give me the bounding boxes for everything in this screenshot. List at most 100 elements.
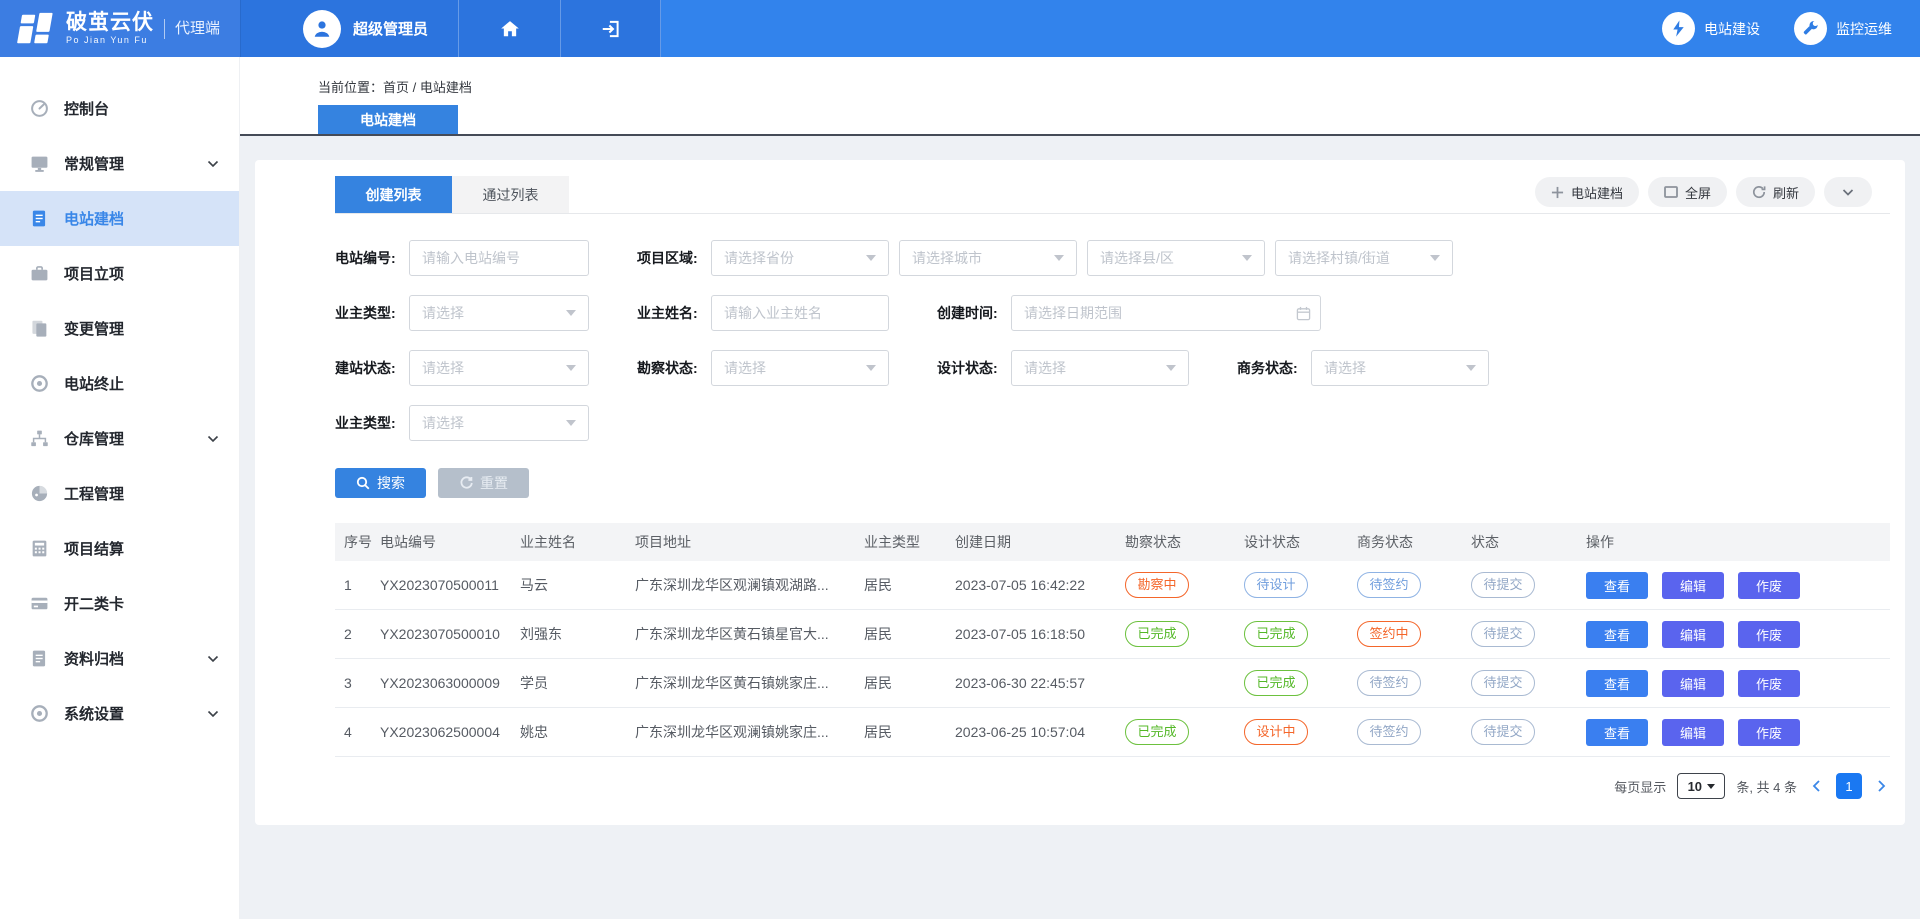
page-tab-station-archive[interactable]: 电站建档: [318, 105, 458, 134]
owner-type2-select[interactable]: 请选择: [409, 405, 589, 441]
col-owner: 业主姓名: [520, 532, 635, 552]
sidebar-item-label: 项目立项: [64, 263, 219, 284]
plus-icon: [1551, 186, 1564, 199]
total-count-label: 条, 共 4 条: [1736, 777, 1797, 796]
void-button[interactable]: 作废: [1738, 621, 1800, 648]
table-row: 2 YX2023070500010 刘强东 广东深圳龙华区黄石镇星官大... 居…: [335, 610, 1890, 659]
table-row: 1 YX2023070500011 马云 广东深圳龙华区观澜镇观湖路... 居民…: [335, 561, 1890, 610]
build-status-select[interactable]: 请选择: [409, 350, 589, 386]
sidebar-item-engineering-mgmt[interactable]: 工程管理: [0, 466, 239, 521]
void-button[interactable]: 作废: [1738, 670, 1800, 697]
void-button[interactable]: 作废: [1738, 719, 1800, 746]
view-button[interactable]: 查看: [1586, 621, 1648, 648]
filter-form: 电站编号: 项目区域: 请选择省份 请选择城市 请选择县/区 请选择村镇/街道: [335, 240, 1890, 441]
status-badge: 待提交: [1471, 719, 1535, 745]
design-status-label: 设计状态:: [937, 358, 1003, 378]
quick-link-monitor-ops[interactable]: 监控运维: [1794, 12, 1892, 45]
business-status-badge: 待签约: [1357, 572, 1421, 598]
town-select[interactable]: 请选择村镇/街道: [1275, 240, 1453, 276]
caret-down-icon: [1242, 255, 1252, 261]
caret-down-icon: [1430, 255, 1440, 261]
view-button[interactable]: 查看: [1586, 572, 1648, 599]
tab-passed-list[interactable]: 通过列表: [452, 176, 569, 213]
business-status-select[interactable]: 请选择: [1311, 350, 1489, 386]
search-button[interactable]: 搜索: [335, 468, 426, 498]
view-button[interactable]: 查看: [1586, 670, 1648, 697]
sidebar-item-station-termination[interactable]: 电站终止: [0, 356, 239, 411]
app-header: 破茧云伏 Po Jian Yun Fu 代理端 超级管理员: [0, 0, 1920, 57]
edit-button[interactable]: 编辑: [1662, 572, 1724, 599]
county-select[interactable]: 请选择县/区: [1087, 240, 1265, 276]
edit-button[interactable]: 编辑: [1662, 719, 1724, 746]
cell-address: 广东深圳龙华区黄石镇姚家庄...: [635, 673, 864, 693]
sidebar-item-system-settings[interactable]: 系统设置: [0, 686, 239, 741]
sidebar-item-console[interactable]: 控制台: [0, 81, 239, 136]
page-1-button[interactable]: 1: [1836, 773, 1862, 799]
create-time-label: 创建时间:: [937, 303, 1003, 323]
view-button[interactable]: 查看: [1586, 719, 1648, 746]
caret-down-icon: [866, 365, 876, 371]
next-page-button[interactable]: [1873, 779, 1890, 793]
city-select[interactable]: 请选择城市: [899, 240, 1077, 276]
sidebar-item-type2-card[interactable]: 开二类卡: [0, 576, 239, 631]
void-button[interactable]: 作废: [1738, 572, 1800, 599]
reset-icon: [459, 476, 473, 490]
sidebar-item-label: 项目结算: [64, 538, 219, 559]
dashboard-icon: [30, 99, 49, 118]
brand-logo-icon: [16, 11, 56, 47]
cell-owner: 刘强东: [520, 624, 635, 644]
breadcrumb-bar: 当前位置：首页 / 电站建档 电站建档: [240, 57, 1920, 136]
owner-name-input[interactable]: [711, 295, 889, 331]
sidebar-item-station-archive[interactable]: 电站建档: [0, 191, 239, 246]
refresh-icon: [1752, 185, 1766, 199]
sidebar-item-project-settlement[interactable]: 项目结算: [0, 521, 239, 576]
design-status-select[interactable]: 请选择: [1011, 350, 1189, 386]
date-range-input[interactable]: [1011, 295, 1321, 331]
create-station-button[interactable]: 电站建档: [1535, 177, 1639, 207]
prev-page-button[interactable]: [1808, 779, 1825, 793]
logout-button[interactable]: [561, 0, 661, 57]
sidebar-item-data-archive[interactable]: 资料归档: [0, 631, 239, 686]
quick-link-label: 电站建设: [1704, 19, 1760, 39]
province-select[interactable]: 请选择省份: [711, 240, 889, 276]
edit-button[interactable]: 编辑: [1662, 621, 1724, 648]
collapse-toolbar-button[interactable]: [1824, 177, 1872, 207]
reset-button[interactable]: 重置: [438, 468, 529, 498]
edit-button[interactable]: 编辑: [1662, 670, 1724, 697]
owner-name-label: 业主姓名:: [637, 303, 703, 323]
caret-down-icon: [1054, 255, 1064, 261]
refresh-button[interactable]: 刷新: [1736, 177, 1815, 207]
fullscreen-button[interactable]: 全屏: [1648, 177, 1727, 207]
station-no-input[interactable]: [409, 240, 589, 276]
col-index: 序号: [335, 532, 380, 552]
chevron-down-icon: [207, 435, 219, 443]
survey-status-select[interactable]: 请选择: [711, 350, 889, 386]
list-tabs: 创建列表 通过列表: [335, 176, 569, 213]
sidebar-item-general-mgmt[interactable]: 常规管理: [0, 136, 239, 191]
user-segment[interactable]: 超级管理员: [240, 0, 459, 57]
sidebar-item-label: 电站建档: [64, 208, 219, 229]
table-row: 3 YX2023063000009 学员 广东深圳龙华区黄石镇姚家庄... 居民…: [335, 659, 1890, 708]
cell-index: 2: [335, 626, 380, 642]
sidebar-item-label: 开二类卡: [64, 593, 219, 614]
fullscreen-icon: [1664, 186, 1678, 198]
owner-type-select[interactable]: 请选择: [409, 295, 589, 331]
station-no-label: 电站编号:: [335, 248, 401, 268]
cell-created: 2023-07-05 16:42:22: [955, 577, 1125, 593]
per-page-value: 10: [1688, 779, 1702, 794]
province-placeholder: 请选择省份: [724, 248, 794, 268]
tab-create-list[interactable]: 创建列表: [335, 176, 452, 213]
sidebar-item-label: 电站终止: [64, 373, 219, 394]
owner-type-label: 业主类型:: [335, 303, 401, 323]
sidebar-item-project-initiation[interactable]: 项目立项: [0, 246, 239, 301]
lightning-icon: [1662, 12, 1695, 45]
quick-link-station-build[interactable]: 电站建设: [1662, 12, 1760, 45]
survey-status-placeholder: 请选择: [724, 358, 766, 378]
archive-doc-icon: [30, 649, 49, 668]
home-button[interactable]: [459, 0, 561, 57]
sidebar-item-change-mgmt[interactable]: 变更管理: [0, 301, 239, 356]
sidebar-item-warehouse-mgmt[interactable]: 仓库管理: [0, 411, 239, 466]
town-placeholder: 请选择村镇/街道: [1288, 248, 1390, 268]
cell-station-no: YX2023070500010: [380, 626, 520, 642]
per-page-select[interactable]: 10: [1677, 773, 1725, 799]
